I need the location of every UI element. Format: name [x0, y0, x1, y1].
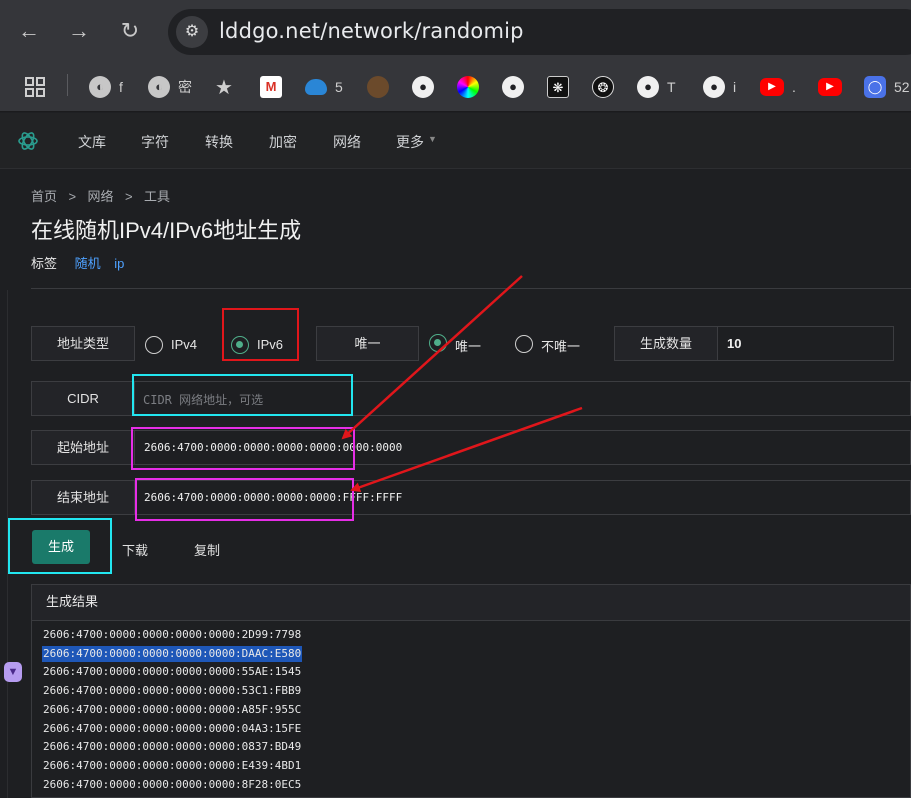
annotation-arrow [341, 275, 523, 440]
annotation-arrow [350, 406, 583, 493]
annotation-arrows [341, 275, 583, 493]
